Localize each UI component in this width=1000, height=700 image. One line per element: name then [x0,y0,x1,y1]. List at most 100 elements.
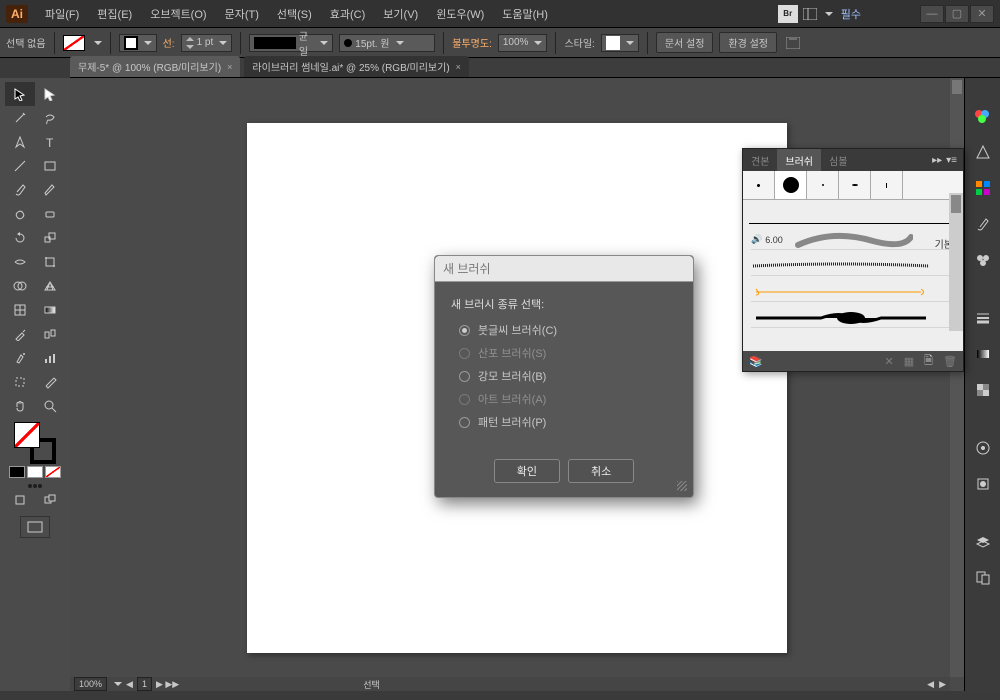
stroke-panel-icon[interactable] [973,308,993,328]
draw-behind[interactable] [35,488,65,512]
menu-file[interactable]: 파일(F) [38,2,86,26]
doc-setup-button[interactable]: 문서 설정 [656,32,714,53]
fill-stroke-swatch[interactable] [14,422,56,464]
fill-swatch[interactable] [63,35,85,51]
draw-normal[interactable] [5,488,35,512]
color-guide-icon[interactable] [973,142,993,162]
slice-tool[interactable] [35,370,65,394]
pencil-tool[interactable] [35,178,65,202]
tab-brushes[interactable]: 브러쉬 [777,149,821,172]
symbols-icon[interactable] [973,250,993,270]
graph-tool[interactable] [35,346,65,370]
brushes-panel: 견본 브러쉬 심볼 ▸▸▾≡ 기본 🔊 6.00 📚 ✕ ▦ 🗎 🗑 [742,148,964,372]
brush-libraries-icon[interactable]: 📚 [749,355,763,368]
page-field[interactable]: 1 [137,677,152,691]
tab-symbols[interactable]: 심볼 [821,149,855,172]
radio-calligraphic[interactable]: 붓글씨 브러쉬(C) [459,322,677,338]
shape-builder-tool[interactable] [5,274,35,298]
width-tool[interactable] [5,250,35,274]
color-mode-toggles[interactable] [9,466,61,478]
pref-setup-button[interactable]: 환경 설정 [719,32,777,53]
eraser-tool[interactable] [35,202,65,226]
zoom-field[interactable]: 100% [74,677,107,691]
style-swatch[interactable] [601,34,639,52]
type-tool[interactable]: T [35,130,65,154]
align-icon[interactable] [783,34,803,52]
pen-tool[interactable] [5,130,35,154]
doc-tab-1[interactable]: 무제-5* @ 100% (RGB/미리보기)× [70,56,240,77]
bridge-icon[interactable]: Br [778,5,798,23]
tab-close-icon[interactable]: × [456,62,461,72]
brush-item[interactable]: 🔊 6.00 [751,230,955,250]
tab-swatches[interactable]: 견본 [743,149,777,172]
radio-scatter: 산포 브러쉬(S) [459,345,677,361]
new-brush-dialog: 새 브러쉬 새 브러시 종류 선택: 붓글씨 브러쉬(C) 산포 브러쉬(S) … [434,255,694,498]
brush-item[interactable] [751,256,955,276]
transparency-icon[interactable] [973,380,993,400]
dash-pattern[interactable]: 균일 [249,34,333,52]
panel-menu-icon[interactable]: ▾≡ [946,155,957,166]
new-brush-icon[interactable]: 🗎 [924,352,933,371]
lasso-tool[interactable] [35,106,65,130]
menu-edit[interactable]: 편집(E) [90,2,139,26]
close-button[interactable]: ✕ [970,5,994,23]
eyedropper-tool[interactable] [5,322,35,346]
rectangle-tool[interactable] [35,154,65,178]
stroke-weight-input[interactable]: 1 pt [181,34,233,52]
brush-tip[interactable]: 15pt. 원 [339,34,435,52]
zoom-tool[interactable] [35,394,65,418]
doc-tab-2[interactable]: 라이브러리 썸네일.ai* @ 25% (RGB/미리보기)× [244,56,469,77]
menu-window[interactable]: 윈도우(W) [429,2,491,26]
blend-tool[interactable] [35,322,65,346]
gradient-panel-icon[interactable] [973,344,993,364]
workspace-switcher[interactable]: 필수 [835,4,867,24]
selection-tool[interactable] [5,82,35,106]
symbol-sprayer-tool[interactable] [5,346,35,370]
artboards-icon[interactable] [973,568,993,588]
calligraphic-brush-row[interactable] [743,171,963,200]
stroke-swatch[interactable] [119,34,157,52]
paintbrush-tool[interactable] [5,178,35,202]
panel-collapse-icon[interactable]: ▸▸ [932,155,942,166]
menu-effect[interactable]: 효과(C) [323,2,373,26]
cancel-button[interactable]: 취소 [568,459,634,483]
brush-panel-footer: 📚 ✕ ▦ 🗎 🗑 [743,351,963,371]
maximize-button[interactable]: ▢ [945,5,969,23]
line-tool[interactable] [5,154,35,178]
ok-button[interactable]: 확인 [494,459,560,483]
rotate-tool[interactable] [5,226,35,250]
resize-handle[interactable] [677,481,687,491]
brush-item[interactable] [751,308,955,328]
blob-brush-tool[interactable] [5,202,35,226]
swatches-icon[interactable] [973,178,993,198]
brush-item[interactable] [751,282,955,302]
screen-mode[interactable] [20,516,50,538]
brushes-icon[interactable] [973,214,993,234]
arrange-icon[interactable] [800,5,820,23]
menu-type[interactable]: 문자(T) [218,2,266,26]
artboard-tool[interactable] [5,370,35,394]
magic-wand-tool[interactable] [5,106,35,130]
radio-pattern[interactable]: 패턴 브러쉬(P) [459,414,677,430]
layers-icon[interactable] [973,532,993,552]
minimize-button[interactable]: — [920,5,944,23]
hand-tool[interactable] [5,394,35,418]
graphic-styles-icon[interactable] [973,474,993,494]
menu-object[interactable]: 오브젝트(O) [143,2,213,26]
free-transform-tool[interactable] [35,250,65,274]
direct-selection-tool[interactable] [35,82,65,106]
menu-help[interactable]: 도움말(H) [495,2,555,26]
mesh-tool[interactable] [5,298,35,322]
color-panel-icon[interactable] [973,106,993,126]
tab-close-icon[interactable]: × [227,62,232,72]
appearance-icon[interactable] [973,438,993,458]
panel-scrollbar[interactable] [949,193,963,331]
menu-view[interactable]: 보기(V) [376,2,425,26]
menu-select[interactable]: 선택(S) [270,2,319,26]
perspective-tool[interactable] [35,274,65,298]
scale-tool[interactable] [35,226,65,250]
opacity-input[interactable]: 100% [498,34,548,52]
radio-bristle[interactable]: 강모 브러쉬(B) [459,368,677,384]
gradient-tool[interactable] [35,298,65,322]
delete-brush-icon[interactable]: 🗑 [943,355,957,368]
